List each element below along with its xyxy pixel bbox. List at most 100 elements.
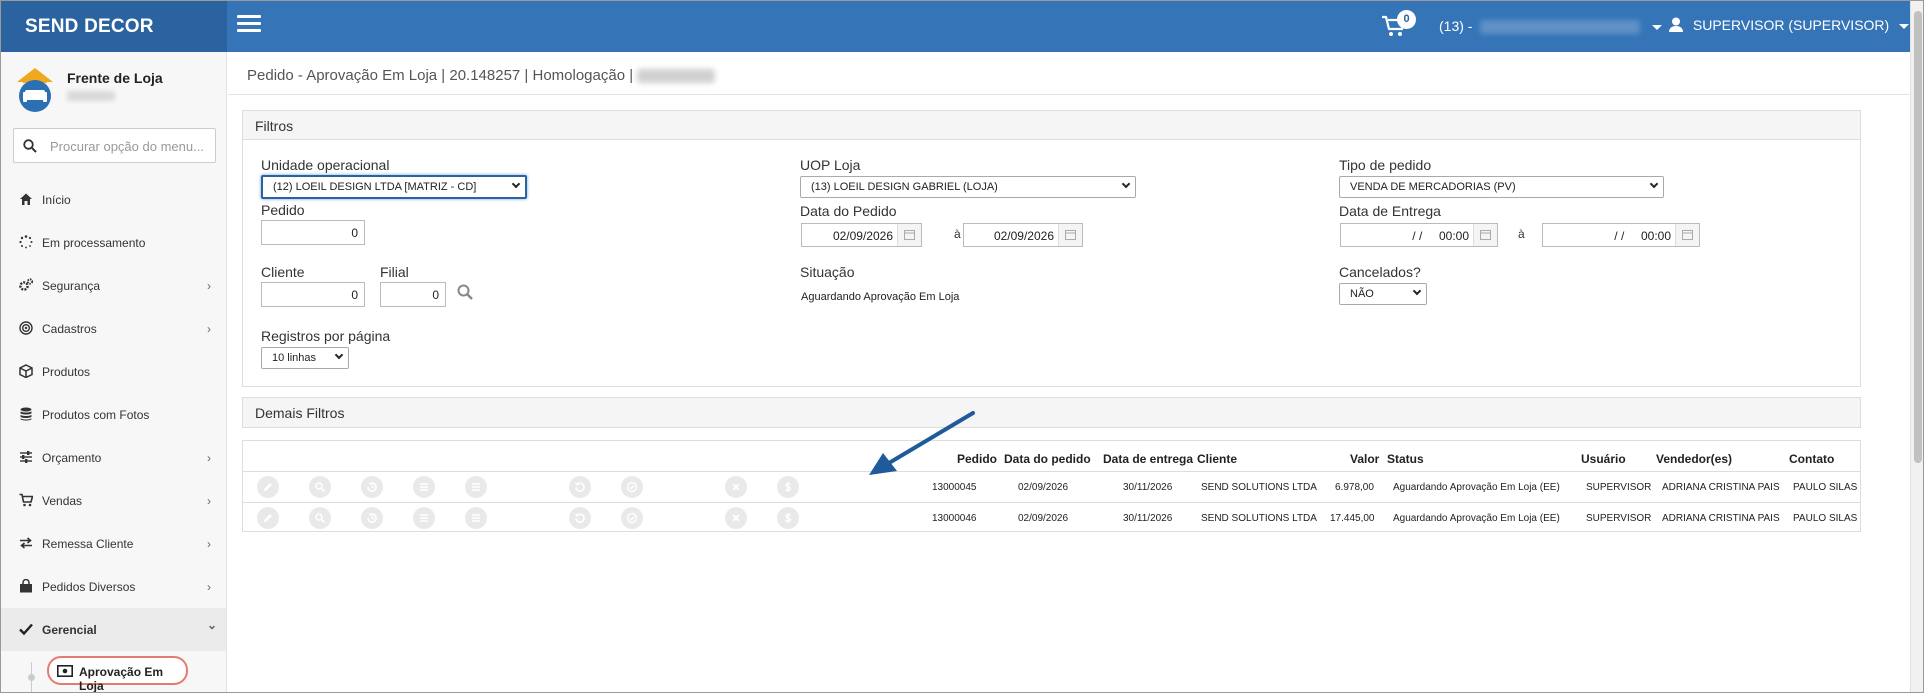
pedido-input[interactable]: 0 — [261, 220, 365, 245]
sidebar-item-gerencial[interactable]: Gerencial ⌄ — [1, 608, 226, 651]
table-row[interactable]: 13000045 02/09/2026 30/11/2026 SEND SOLU… — [243, 471, 1860, 502]
filial-input[interactable]: 0 — [380, 282, 446, 307]
reject-button[interactable] — [725, 507, 747, 529]
filters-heading[interactable]: Filtros — [243, 111, 1860, 140]
sidebar-item-cadastros[interactable]: Cadastros › — [1, 307, 226, 350]
chevron-down-icon — [1649, 179, 1659, 189]
revert-button[interactable] — [569, 507, 591, 529]
sidebar-item-pedidos-diversos[interactable]: Pedidos Diversos › — [1, 565, 226, 608]
cell-data-pedido: 02/09/2026 — [1018, 513, 1069, 524]
history-button[interactable] — [361, 476, 383, 498]
annotation-arrow-icon — [869, 411, 975, 475]
details-button[interactable] — [465, 507, 487, 529]
revert-button[interactable] — [569, 476, 591, 498]
check-circle-icon — [626, 481, 638, 493]
cell-vendedor: ADRIANA CRISTINA PAIS — [1662, 513, 1780, 524]
column-header-valor[interactable]: Valor — [1350, 452, 1379, 466]
sidebar-item-produtos-com-fotos[interactable]: Produtos com Fotos — [1, 393, 226, 436]
details-button[interactable] — [465, 476, 487, 498]
column-header-cliente[interactable]: Cliente — [1197, 452, 1237, 466]
undo-icon — [574, 513, 585, 523]
sidebar-item-seguranca[interactable]: Segurança › — [1, 264, 226, 307]
sidebar-item-em-processamento[interactable]: Em processamento — [1, 221, 226, 264]
sidebar-nav: Início Em processamento Segurança › Cada… — [1, 178, 226, 651]
search-icon[interactable] — [457, 284, 473, 300]
pencil-icon — [264, 483, 272, 491]
demais-filtros-heading[interactable]: Demais Filtros — [243, 398, 1860, 427]
calendar-button[interactable] — [1675, 224, 1699, 246]
filters-panel: Filtros Unidade operacional (12) LOEIL D… — [242, 110, 1861, 387]
history-button[interactable] — [361, 507, 383, 529]
data-entrega-to-value: / / 00:00 — [1614, 229, 1671, 243]
cliente-input[interactable]: 0 — [261, 282, 365, 307]
app-window: SEND DECOR 0 (13) - SUPERVISOR (SUPERVIS… — [0, 0, 1924, 693]
chevron-down-icon — [1121, 179, 1131, 189]
database-icon — [20, 407, 32, 421]
store-name-redacted — [1480, 20, 1641, 35]
unidade-select[interactable]: (12) LOEIL DESIGN LTDA [MATRIZ - CD] — [261, 175, 527, 199]
edit-button[interactable] — [257, 507, 279, 529]
user-menu[interactable]: SUPERVISOR (SUPERVISOR) — [1669, 17, 1910, 33]
sidebar-item-orcamento[interactable]: Orçamento › — [1, 436, 226, 479]
column-header-data-entrega[interactable]: Data de entrega — [1103, 452, 1193, 466]
cancelados-select[interactable]: NÃO — [1339, 283, 1427, 305]
registros-select[interactable]: 10 linhas — [261, 347, 349, 369]
data-entrega-from-input[interactable]: / / 00:00 — [1340, 223, 1498, 247]
menu-search-input[interactable] — [50, 135, 210, 157]
tipo-pedido-label: Tipo de pedido — [1339, 157, 1432, 173]
menu-toggle-icon[interactable] — [237, 15, 261, 35]
tipo-pedido-select[interactable]: VENDA DE MERCADORIAS (PV) — [1339, 176, 1664, 198]
situacao-value: Aguardando Aprovação Em Loja — [801, 291, 960, 303]
column-header-vendedor[interactable]: Vendedor(es) — [1656, 452, 1732, 466]
approve-button[interactable] — [621, 507, 643, 529]
edit-button[interactable] — [257, 476, 279, 498]
view-button[interactable] — [309, 507, 331, 529]
page-title: Pedido - Aprovação Em Loja | 20.148257 |… — [247, 67, 716, 84]
view-button[interactable] — [309, 476, 331, 498]
table-row[interactable]: 13000046 02/09/2026 30/11/2026 SEND SOLU… — [243, 502, 1860, 533]
column-header-usuario[interactable]: Usuário — [1581, 452, 1626, 466]
list-icon — [472, 514, 480, 522]
sidebar-item-remessa-cliente[interactable]: Remessa Cliente › — [1, 522, 226, 565]
sidebar-item-produtos[interactable]: Produtos — [1, 350, 226, 393]
page-scrollbar[interactable] — [1910, 1, 1923, 692]
brand-logo[interactable]: SEND DECOR — [1, 1, 227, 52]
cancelados-select-value: NÃO — [1350, 288, 1374, 300]
column-header-contato[interactable]: Contato — [1789, 452, 1834, 466]
list-button[interactable] — [413, 476, 435, 498]
payment-button[interactable] — [777, 476, 799, 498]
title-divider — [228, 94, 1910, 95]
sidebar-item-label: Cadastros — [42, 322, 97, 336]
data-pedido-from-value: 02/09/2026 — [832, 229, 893, 243]
sidebar-item-vendas[interactable]: Vendas › — [1, 479, 226, 522]
payment-button[interactable] — [777, 507, 799, 529]
column-header-status[interactable]: Status — [1387, 452, 1424, 466]
scrollbar-thumb[interactable] — [1914, 11, 1922, 463]
uop-select[interactable]: (13) LOEIL DESIGN GABRIEL (LOJA) — [800, 176, 1136, 198]
data-pedido-from-input[interactable]: 02/09/2026 — [801, 223, 922, 247]
data-pedido-to-input[interactable]: 02/09/2026 — [963, 223, 1083, 247]
demais-filtros-panel: Demais Filtros — [242, 397, 1861, 428]
cell-usuario: SUPERVISOR — [1586, 513, 1652, 524]
calendar-button[interactable] — [1058, 224, 1082, 246]
exchange-icon — [20, 537, 32, 549]
filial-label: Filial — [380, 264, 409, 280]
calendar-button[interactable] — [1473, 224, 1497, 246]
data-entrega-to-input[interactable]: / / 00:00 — [1542, 223, 1700, 247]
calendar-button[interactable] — [897, 224, 921, 246]
chevron-right-icon: › — [207, 580, 211, 594]
chevron-right-icon: › — [207, 451, 211, 465]
cell-pedido: 13000046 — [932, 513, 977, 524]
list-button[interactable] — [413, 507, 435, 529]
menu-search — [13, 128, 216, 163]
sidebar-subitem-aprovacao-em-loja[interactable]: Aprovação Em Loja — [47, 656, 188, 692]
chevron-down-icon — [1652, 24, 1663, 30]
column-header-data-pedido[interactable]: Data do pedido — [1004, 452, 1091, 466]
cell-cliente: SEND SOLUTIONS LTDA — [1201, 513, 1317, 524]
reject-button[interactable] — [725, 476, 747, 498]
approve-button[interactable] — [621, 476, 643, 498]
sidebar-item-inicio[interactable]: Início — [1, 178, 226, 221]
sliders-icon — [20, 451, 32, 463]
sidebar-item-label: Produtos com Fotos — [42, 408, 150, 422]
store-selector[interactable]: (13) - — [1439, 18, 1663, 35]
